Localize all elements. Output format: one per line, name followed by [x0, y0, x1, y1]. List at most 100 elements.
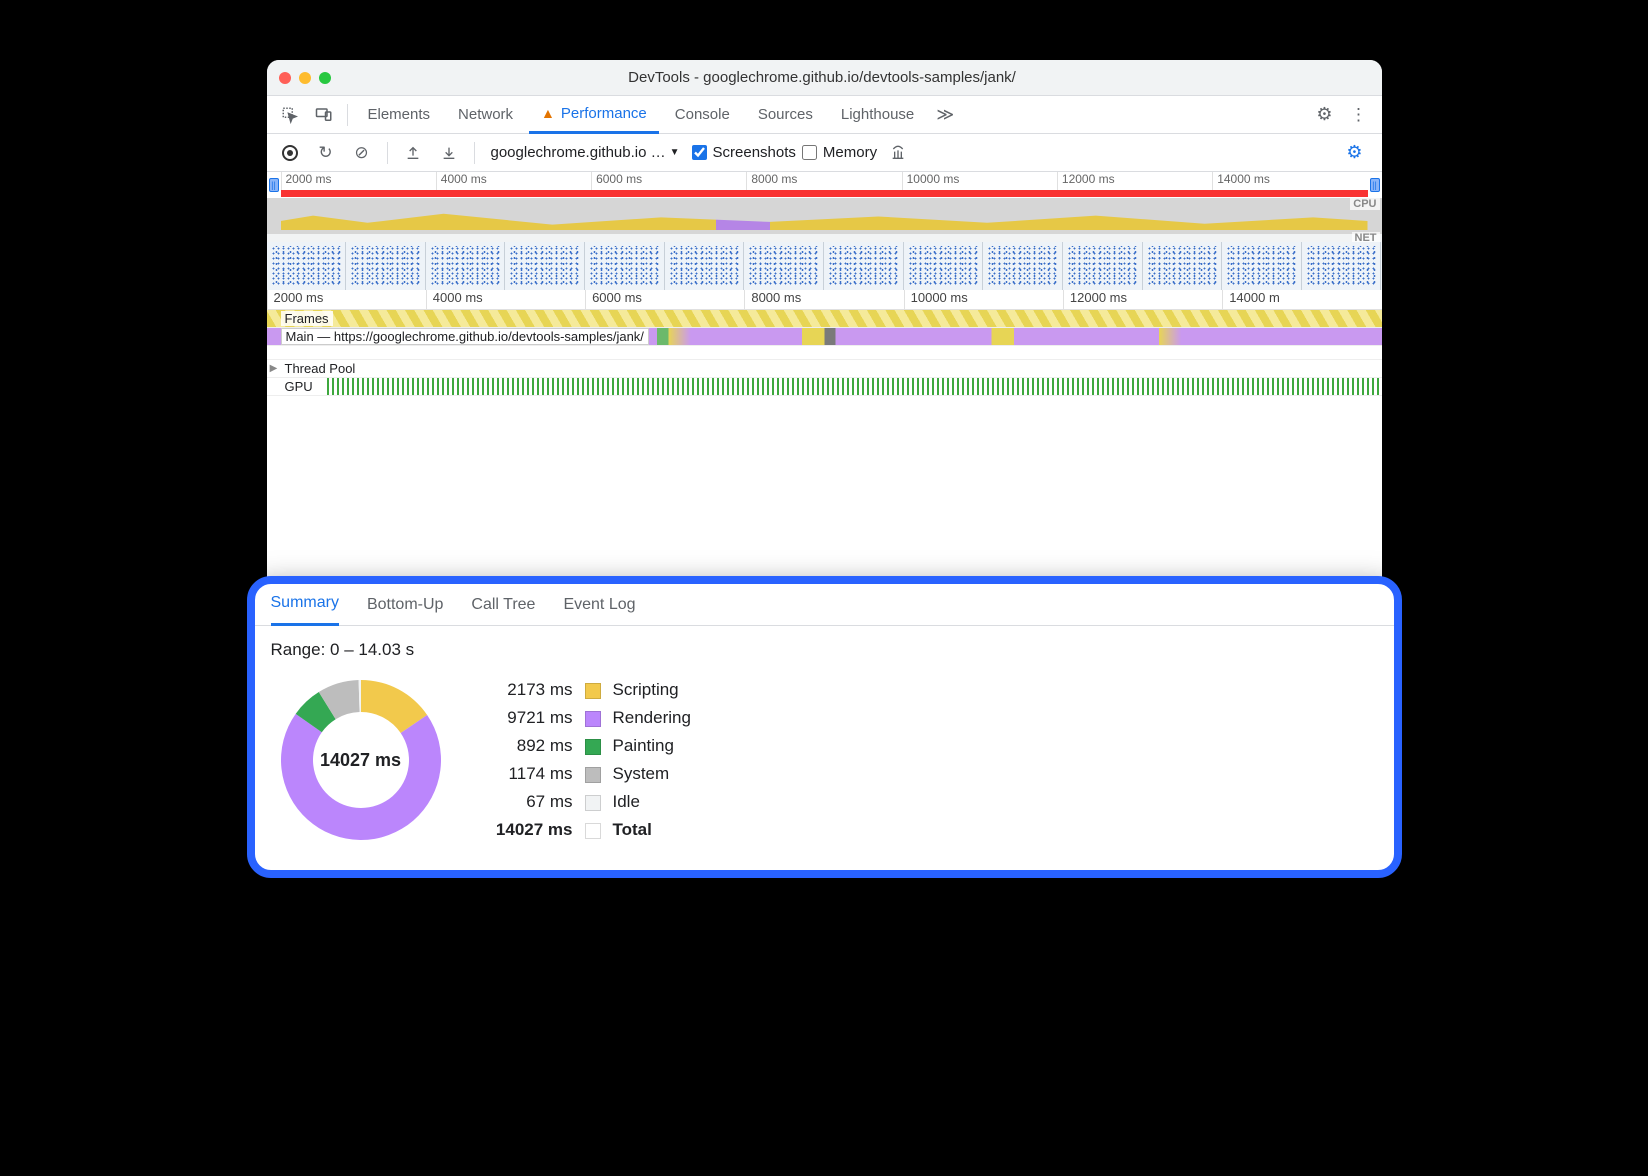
legend-ms: 2173 ms [493, 677, 583, 703]
tab-performance-label: Performance [561, 105, 647, 122]
legend-ms: 67 ms [493, 789, 583, 815]
capture-settings-icon[interactable]: ⚙ [1340, 138, 1370, 168]
track-gpu[interactable]: GPU [267, 378, 1382, 396]
legend-swatch [585, 733, 611, 759]
record-button[interactable] [275, 138, 305, 168]
track-thread-pool[interactable]: ▶ Thread Pool [267, 360, 1382, 378]
screenshot-thumb[interactable] [1143, 242, 1223, 290]
separator [387, 142, 388, 164]
tick: 14000 m [1222, 290, 1381, 309]
frames-strip [267, 310, 1382, 327]
screenshots-label: Screenshots [713, 144, 796, 161]
main-label: Main — https://googlechrome.github.io/de… [281, 328, 649, 345]
performance-toolbar: ↻ ⊘ googlechrome.github.io … ▼ Screensho… [267, 134, 1382, 172]
legend-total-row: 14027 msTotal [493, 817, 701, 843]
tick: 14000 ms [1212, 172, 1367, 190]
tab-elements[interactable]: Elements [356, 96, 443, 134]
tab-network[interactable]: Network [446, 96, 525, 134]
chevron-down-icon: ▼ [670, 147, 680, 158]
tick: 2000 ms [281, 172, 436, 190]
memory-checkbox-input[interactable] [802, 145, 817, 160]
tab-lighthouse[interactable]: Lighthouse [829, 96, 926, 134]
screenshot-thumb[interactable] [904, 242, 984, 290]
frames-label: Frames [281, 311, 333, 326]
warning-icon: ▲ [541, 105, 555, 121]
close-icon[interactable] [279, 72, 291, 84]
legend-row: 67 msIdle [493, 789, 701, 815]
minimize-icon[interactable] [299, 72, 311, 84]
window-controls [279, 72, 331, 84]
screenshot-thumb[interactable] [585, 242, 665, 290]
track-main[interactable]: ▶ Main — https://googlechrome.github.io/… [267, 328, 1382, 346]
screenshot-thumb[interactable] [267, 242, 347, 290]
tick: 10000 ms [904, 290, 1063, 309]
legend-label: Scripting [613, 677, 701, 703]
range-label: Range: 0 – 14.03 s [271, 640, 1378, 660]
tick: 12000 ms [1057, 172, 1212, 190]
screenshot-thumb[interactable] [505, 242, 585, 290]
tab-event-log[interactable]: Event Log [563, 584, 635, 626]
kebab-menu-icon[interactable]: ⋮ [1344, 100, 1374, 130]
legend-swatch [585, 789, 611, 815]
screenshot-thumb[interactable] [1222, 242, 1302, 290]
screenshot-strip [267, 242, 1382, 290]
reload-record-button[interactable]: ↻ [311, 138, 341, 168]
tab-call-tree[interactable]: Call Tree [471, 584, 535, 626]
legend-row: 9721 msRendering [493, 705, 701, 731]
gpu-strip [327, 378, 1382, 395]
panel-tabs: Elements Network ▲ Performance Console S… [267, 96, 1382, 134]
legend-label: Painting [613, 733, 701, 759]
tick: 6000 ms [585, 290, 744, 309]
screenshot-thumb[interactable] [426, 242, 506, 290]
gpu-label: GPU [281, 379, 317, 394]
track-main-sub [267, 346, 1382, 360]
upload-icon[interactable] [398, 138, 428, 168]
range-handle-right[interactable]: || [1370, 178, 1380, 192]
legend-swatch [585, 817, 611, 843]
screenshot-thumb[interactable] [1302, 242, 1382, 290]
net-lane [267, 234, 1382, 242]
screenshots-checkbox[interactable]: Screenshots [692, 144, 796, 161]
screenshots-checkbox-input[interactable] [692, 145, 707, 160]
overview-ruler: 2000 ms 4000 ms 6000 ms 8000 ms 10000 ms… [281, 172, 1368, 190]
garbage-collect-icon[interactable] [883, 138, 913, 168]
more-tabs-icon[interactable]: ≫ [930, 100, 960, 130]
screenshot-thumb[interactable] [744, 242, 824, 290]
tab-console[interactable]: Console [663, 96, 742, 134]
summary-body: Range: 0 – 14.03 s 14027 ms 2173 msScrip… [255, 626, 1394, 870]
legend-row: 892 msPainting [493, 733, 701, 759]
inspect-icon[interactable] [275, 100, 305, 130]
tick: 4000 ms [426, 290, 585, 309]
zoom-icon[interactable] [319, 72, 331, 84]
screenshot-thumb[interactable] [1063, 242, 1143, 290]
summary-panel-highlight: Summary Bottom-Up Call Tree Event Log Ra… [247, 576, 1402, 878]
device-toggle-icon[interactable] [309, 100, 339, 130]
fps-bar [281, 190, 1368, 197]
tab-summary[interactable]: Summary [271, 584, 339, 626]
separator [347, 104, 348, 126]
screenshot-thumb[interactable] [665, 242, 745, 290]
timeline-overview[interactable]: 2000 ms 4000 ms 6000 ms 8000 ms 10000 ms… [267, 172, 1382, 290]
memory-label: Memory [823, 144, 877, 161]
legend-row: 1174 msSystem [493, 761, 701, 787]
tab-performance[interactable]: ▲ Performance [529, 96, 659, 134]
legend-row: 2173 ms Scripting [493, 677, 701, 703]
cpu-chart [267, 198, 1382, 234]
range-handle-left[interactable]: || [269, 178, 279, 192]
settings-icon[interactable]: ⚙ [1310, 100, 1340, 130]
window-title: DevTools - googlechrome.github.io/devtoo… [331, 69, 1314, 86]
clear-button[interactable]: ⊘ [347, 138, 377, 168]
legend-swatch [585, 761, 611, 787]
memory-checkbox[interactable]: Memory [802, 144, 877, 161]
target-dropdown[interactable]: googlechrome.github.io … ▼ [485, 142, 686, 163]
tab-bottom-up[interactable]: Bottom-Up [367, 584, 443, 626]
flame-chart[interactable]: 2000 ms 4000 ms 6000 ms 8000 ms 10000 ms… [267, 290, 1382, 396]
disclosure-icon[interactable]: ▶ [267, 363, 281, 374]
cpu-label: CPU [1350, 198, 1379, 210]
tab-sources[interactable]: Sources [746, 96, 825, 134]
download-icon[interactable] [434, 138, 464, 168]
screenshot-thumb[interactable] [824, 242, 904, 290]
track-frames[interactable]: ▶ Frames [267, 310, 1382, 328]
screenshot-thumb[interactable] [346, 242, 426, 290]
screenshot-thumb[interactable] [983, 242, 1063, 290]
